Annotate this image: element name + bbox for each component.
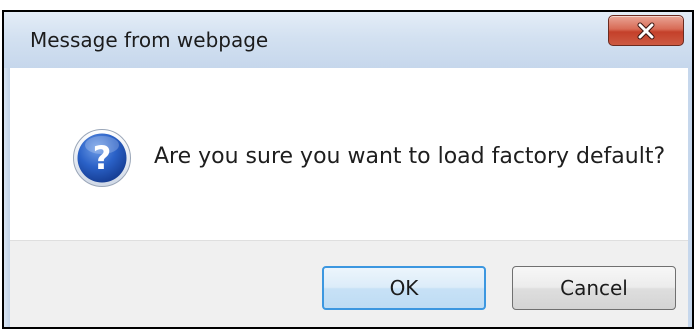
- dialog-message: Are you sure you want to load factory de…: [154, 144, 666, 169]
- ok-button[interactable]: OK: [322, 266, 486, 310]
- dialog-titlebar[interactable]: Message from webpage: [4, 12, 692, 68]
- question-icon: ?: [73, 129, 131, 187]
- close-button[interactable]: [608, 15, 684, 46]
- svg-text:?: ?: [93, 139, 112, 177]
- ok-button-label: OK: [389, 276, 419, 300]
- message-dialog: Message from webpage ? Are you sure you …: [2, 10, 694, 329]
- clipped-background-text: [0, 0, 697, 10]
- dialog-button-area: OK Cancel: [10, 240, 688, 327]
- dialog-frame-right: [688, 68, 692, 327]
- dialog-content: ? Are you sure you want to load factory …: [10, 68, 688, 240]
- cancel-button-label: Cancel: [560, 276, 628, 300]
- close-icon: [637, 22, 655, 39]
- dialog-title: Message from webpage: [30, 28, 269, 52]
- cancel-button[interactable]: Cancel: [512, 266, 676, 310]
